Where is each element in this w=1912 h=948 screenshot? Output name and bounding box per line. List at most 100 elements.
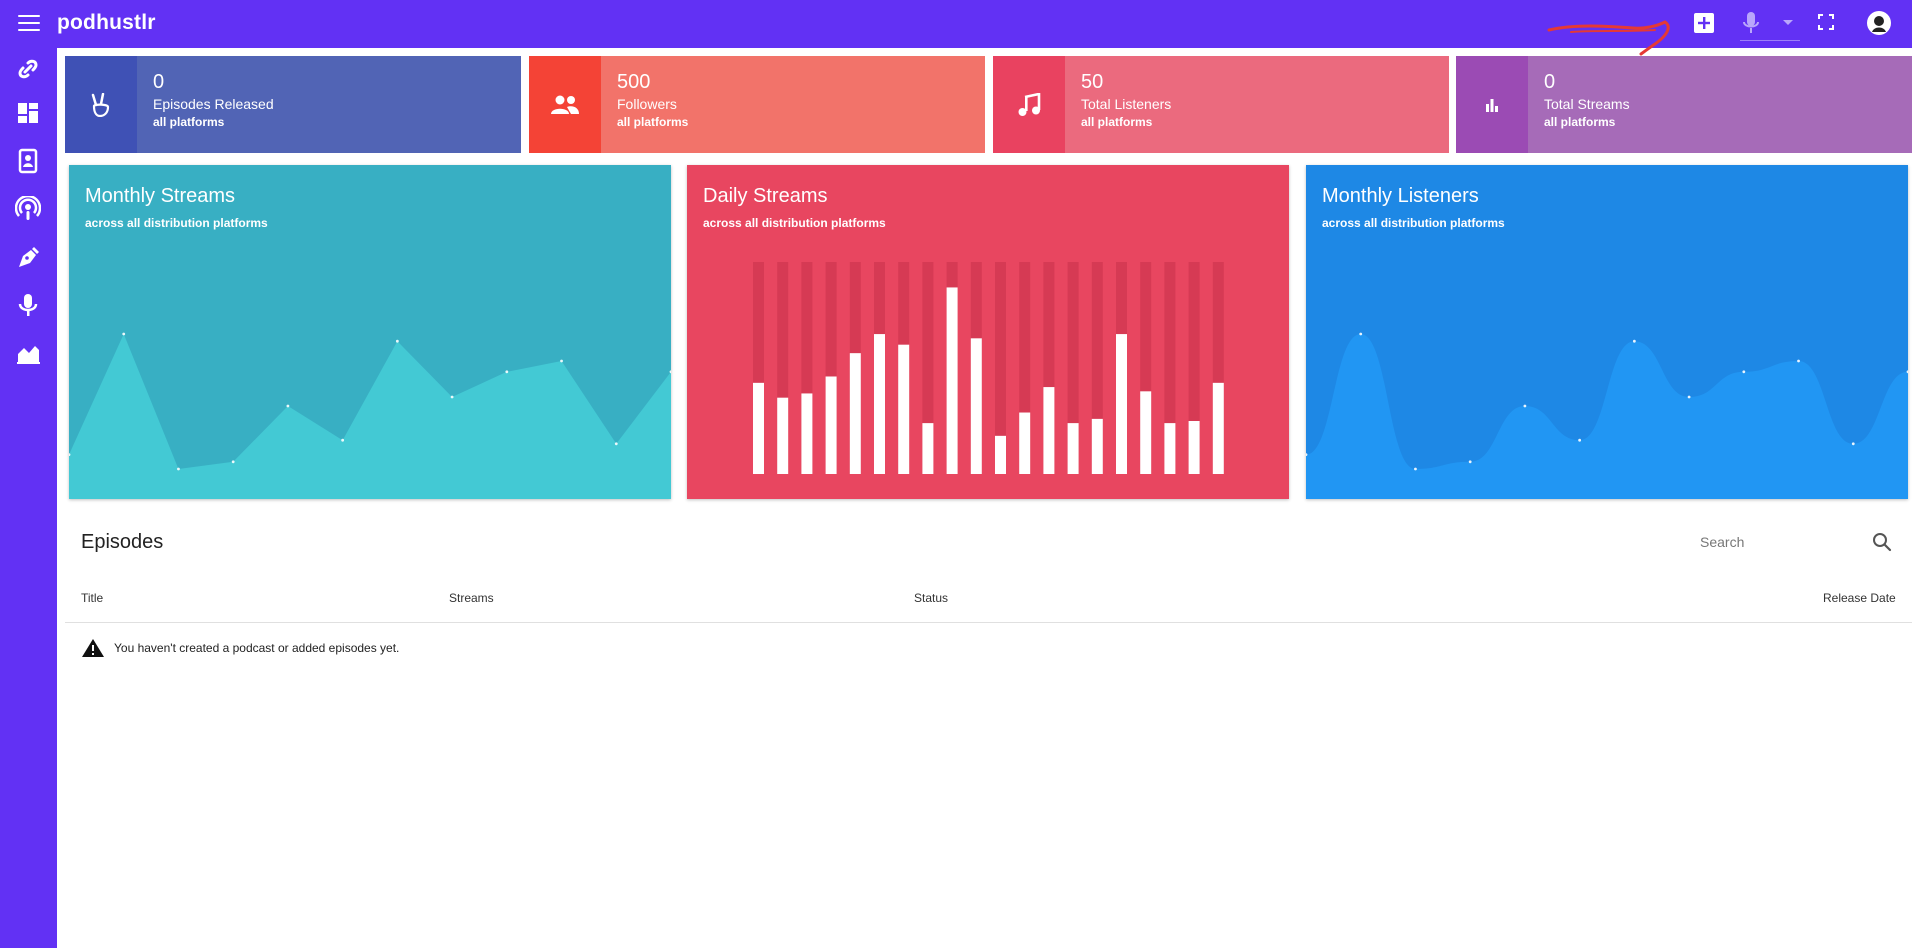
- data-point: [1797, 359, 1800, 363]
- chart-subtitle: across all distribution platforms: [703, 216, 886, 230]
- stat-card-total-listeners: 50 Total Listeners all platforms: [993, 56, 1449, 153]
- stat-card-followers: 500 Followers all platforms: [529, 56, 985, 153]
- bar: [995, 435, 1006, 474]
- chart-card-monthly-listeners: Monthly Listeners across all distributio…: [1306, 165, 1908, 499]
- stat-label: Total Listeners: [1081, 96, 1172, 112]
- podcast-select-underline: [1740, 40, 1800, 41]
- bar: [898, 344, 910, 474]
- search-icon[interactable]: [1872, 532, 1892, 552]
- data-point: [122, 332, 126, 336]
- stat-value: 50: [1081, 71, 1104, 93]
- fullscreen-icon[interactable]: [1818, 14, 1834, 30]
- chart-card-daily-streams: Daily Streams across all distribution pl…: [687, 165, 1289, 499]
- data-point: [1742, 370, 1746, 374]
- bar: [801, 393, 813, 474]
- data-point: [669, 370, 671, 374]
- sidebar-item-microphone[interactable]: [15, 292, 41, 318]
- stat-subtitle: all platforms: [617, 115, 689, 129]
- bar: [946, 287, 958, 474]
- chart-title: Monthly Listeners: [1322, 185, 1479, 207]
- empty-state-message: You haven't created a podcast or added e…: [114, 641, 400, 655]
- column-header-streams[interactable]: Streams: [449, 591, 494, 605]
- episodes-title: Episodes: [81, 531, 164, 553]
- chevron-down-icon[interactable]: [1782, 19, 1794, 27]
- column-header-release-date[interactable]: Release Date: [1823, 591, 1896, 605]
- bar: [1140, 391, 1152, 474]
- stat-label: Followers: [617, 96, 677, 112]
- app-logo[interactable]: podhustlr: [57, 11, 156, 35]
- microphone-icon[interactable]: [1741, 11, 1761, 37]
- stat-subtitle: all platforms: [1081, 115, 1153, 129]
- bar: [777, 397, 789, 474]
- stat-card-episodes-released: 0 Episodes Released all platforms: [65, 56, 521, 153]
- data-point: [286, 404, 290, 408]
- bar: [874, 334, 885, 474]
- bar: [1212, 382, 1224, 474]
- sidebar-item-analytics[interactable]: [15, 340, 41, 366]
- bar: [1164, 423, 1176, 474]
- series-area: [1306, 334, 1908, 499]
- sidebar-item-pen[interactable]: [15, 244, 41, 270]
- series-area: [69, 334, 671, 499]
- bar: [1019, 412, 1031, 474]
- data-point: [1468, 460, 1472, 464]
- stat-value: 0: [1544, 71, 1556, 93]
- data-point: [177, 467, 180, 471]
- data-point: [1632, 339, 1636, 343]
- bar: [1067, 423, 1079, 474]
- data-point: [505, 370, 509, 374]
- add-box-icon[interactable]: [1693, 12, 1715, 34]
- stat-label: Episodes Released: [153, 96, 274, 112]
- data-point: [614, 442, 618, 446]
- data-point: [341, 438, 345, 442]
- data-point: [1687, 395, 1691, 399]
- menu-icon[interactable]: [18, 15, 40, 33]
- music-note-icon: [993, 56, 1065, 153]
- bar: [1116, 334, 1127, 474]
- stat-card-total-streams: 0 Total Streams all platforms: [1456, 56, 1912, 153]
- search-box: [1700, 530, 1900, 554]
- sidebar-item-podcast[interactable]: [15, 196, 41, 222]
- sidebar: [0, 48, 57, 948]
- data-point: [395, 339, 399, 343]
- sidebar-item-link[interactable]: [15, 56, 41, 82]
- warning-icon: [82, 639, 104, 657]
- data-point: [231, 460, 235, 464]
- search-input[interactable]: [1700, 530, 1860, 554]
- stat-subtitle: all platforms: [1544, 115, 1616, 129]
- peace-hand-icon: [65, 56, 137, 153]
- stat-subtitle: all platforms: [153, 115, 225, 129]
- top-app-bar: podhustlr: [0, 0, 1912, 56]
- chart-title: Daily Streams: [703, 185, 828, 207]
- users-icon: [529, 56, 601, 153]
- bar: [1188, 421, 1200, 474]
- sidebar-item-dashboard[interactable]: [15, 100, 41, 126]
- data-point: [1359, 332, 1363, 336]
- stat-value: 500: [617, 71, 651, 93]
- chart-subtitle: across all distribution platforms: [85, 216, 268, 230]
- data-point: [1851, 442, 1855, 446]
- chart-title: Monthly Streams: [85, 185, 236, 207]
- data-point: [1414, 467, 1417, 471]
- chart-subtitle: across all distribution platforms: [1322, 216, 1505, 230]
- bar: [1091, 418, 1103, 474]
- column-header-title[interactable]: Title: [81, 591, 103, 605]
- stat-value: 0: [153, 71, 165, 93]
- empty-state-row: You haven't created a podcast or added e…: [81, 638, 399, 658]
- avatar[interactable]: [1866, 10, 1892, 36]
- column-header-status[interactable]: Status: [914, 591, 948, 605]
- bar: [825, 376, 837, 474]
- data-point: [560, 359, 563, 363]
- bar: [1043, 387, 1055, 474]
- data-point: [1523, 404, 1527, 408]
- bar: [753, 382, 764, 474]
- bar: [922, 423, 934, 474]
- bar-chart-icon: [1456, 56, 1528, 153]
- data-point: [450, 395, 454, 399]
- data-point: [1578, 438, 1582, 442]
- stat-label: Total Streams: [1544, 96, 1630, 112]
- chart-card-monthly-streams: Monthly Streams across all distribution …: [69, 165, 671, 499]
- sidebar-item-contacts[interactable]: [15, 148, 41, 174]
- bar: [849, 353, 861, 474]
- annotation-arrow-icon: [1547, 20, 1670, 56]
